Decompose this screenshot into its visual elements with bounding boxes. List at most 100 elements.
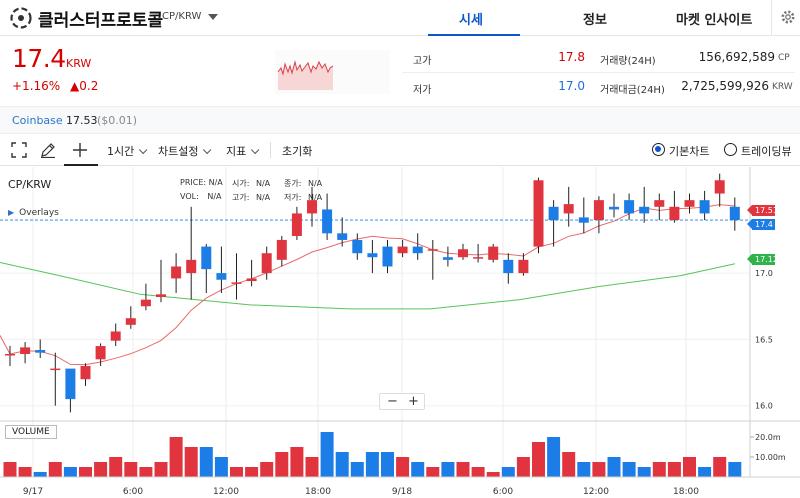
volume-bar bbox=[683, 457, 696, 477]
candle-body bbox=[201, 246, 212, 270]
tradingview-label[interactable]: 트레이딩뷰 bbox=[741, 143, 792, 159]
chart-area[interactable]: 17.0 16.5 16.0 9/17 6:00 12:00 18:00 9/18 6:00 12… bbox=[0, 167, 800, 498]
candle-body bbox=[140, 299, 151, 307]
chart-settings-select[interactable]: 차트설정 bbox=[158, 143, 212, 159]
candle-body bbox=[442, 257, 453, 260]
stats-divider bbox=[402, 72, 795, 73]
low-label: 저가 bbox=[413, 85, 432, 96]
candle-body bbox=[276, 239, 287, 260]
volume-panel-label: VOLUME bbox=[5, 425, 57, 439]
interval-label: 1시간 bbox=[107, 145, 135, 158]
volume-series bbox=[3, 432, 742, 477]
amount-24h-label: 거래대금(24H) bbox=[600, 85, 665, 96]
low-value: 17.0 bbox=[558, 79, 585, 93]
legend-open: 시가: N/A bbox=[232, 179, 271, 188]
volume-bar bbox=[63, 467, 77, 477]
volume-bar bbox=[139, 467, 153, 477]
indicators-label: 지표 bbox=[226, 145, 247, 158]
candle-body bbox=[65, 368, 76, 400]
volume-bar bbox=[516, 457, 530, 477]
x-tick-label: 6:00 bbox=[123, 487, 143, 497]
coin-logo-icon bbox=[10, 7, 32, 29]
indicators-select[interactable]: 지표 bbox=[226, 143, 260, 159]
tab-market-insight[interactable]: 마켓 인사이트 bbox=[676, 9, 752, 28]
exchange-price: 17.53 bbox=[66, 114, 98, 127]
candle-body bbox=[352, 239, 363, 254]
price-change: +1.16% ▲0.2 bbox=[12, 79, 98, 93]
volume-bar bbox=[350, 462, 364, 477]
volume-bar bbox=[607, 457, 621, 477]
legend-price: PRICE: N/A bbox=[180, 178, 223, 187]
basic-chart-radio[interactable] bbox=[652, 143, 665, 156]
candle-body bbox=[533, 180, 544, 247]
candle-body bbox=[80, 365, 91, 380]
candle-body bbox=[699, 200, 710, 214]
volume-bar bbox=[305, 457, 319, 477]
x-tick-label: 6:00 bbox=[493, 487, 513, 497]
chart-settings-label: 차트설정 bbox=[158, 145, 199, 158]
chart-grid bbox=[0, 167, 750, 477]
volume-bar bbox=[652, 462, 666, 477]
volume-bar bbox=[199, 447, 213, 477]
volume-bar bbox=[728, 462, 742, 477]
volume-bar bbox=[3, 462, 17, 477]
moving-average-short-line bbox=[0, 204, 735, 366]
volume-bar bbox=[441, 462, 455, 477]
volume-bar bbox=[637, 467, 651, 477]
exchange-diff: ($0.01) bbox=[97, 114, 138, 127]
crosshair-icon[interactable] bbox=[72, 142, 88, 158]
volume-bar bbox=[109, 457, 123, 477]
volume-bar bbox=[365, 452, 379, 477]
basic-chart-label[interactable]: 기본차트 bbox=[669, 143, 709, 159]
reset-button[interactable]: 초기화 bbox=[282, 143, 312, 159]
fullscreen-icon[interactable] bbox=[11, 142, 27, 158]
x-tick-label: 18:00 bbox=[673, 487, 699, 497]
candle-body bbox=[337, 233, 348, 240]
crosshair-active-indicator bbox=[64, 164, 98, 166]
zoom-out-button[interactable]: − bbox=[387, 394, 398, 409]
candle-body bbox=[563, 204, 574, 214]
volume-bar bbox=[622, 462, 636, 477]
gear-icon[interactable] bbox=[780, 9, 796, 25]
current-price: 17.4 bbox=[12, 44, 66, 73]
amount-24h-value: 2,725,599,926 bbox=[681, 79, 769, 93]
volume-bar bbox=[169, 437, 183, 477]
volume-bar bbox=[33, 472, 47, 477]
candle-body bbox=[609, 206, 619, 210]
volume-bar bbox=[260, 462, 274, 477]
overlays-toggle[interactable]: Overlays bbox=[8, 208, 59, 218]
moving-average-long-line bbox=[0, 262, 736, 310]
legend-close: 종가: N/A bbox=[284, 179, 323, 188]
x-tick-label: 9/18 bbox=[392, 487, 412, 497]
volume-bar bbox=[698, 467, 712, 477]
candle-body bbox=[473, 257, 484, 259]
candle-body bbox=[458, 249, 468, 258]
candle-body bbox=[261, 253, 272, 274]
volume-bar bbox=[290, 447, 304, 477]
candle-body bbox=[593, 200, 604, 221]
coin-name[interactable]: 클러스터프로토콜 bbox=[38, 6, 163, 31]
tab-price[interactable]: 시세 bbox=[459, 9, 483, 28]
chevron-down-icon bbox=[139, 145, 148, 155]
exchange-name[interactable]: Coinbase bbox=[12, 114, 63, 127]
candle-body bbox=[156, 294, 166, 297]
price-tag-ma-long: 17.12 bbox=[747, 254, 778, 265]
candle-body bbox=[291, 213, 302, 236]
candle-body bbox=[231, 282, 242, 284]
chevron-down-icon bbox=[203, 145, 212, 155]
amount-unit: KRW bbox=[772, 82, 793, 92]
candlestick-chart[interactable]: 17.0 16.5 16.0 9/17 6:00 12:00 18:00 9/18 6:00 12… bbox=[0, 167, 800, 498]
candle-body bbox=[367, 253, 378, 258]
zoom-in-button[interactable]: + bbox=[408, 394, 419, 409]
volume-bar bbox=[275, 452, 289, 477]
tab-info[interactable]: 정보 bbox=[583, 9, 607, 28]
interval-select[interactable]: 1시간 bbox=[107, 143, 148, 159]
zoom-controls: − + bbox=[379, 393, 425, 410]
volume-bar bbox=[245, 467, 259, 477]
volume-bar bbox=[713, 457, 727, 477]
chevron-down-icon[interactable] bbox=[208, 14, 218, 20]
tradingview-radio[interactable] bbox=[724, 143, 737, 156]
candle-body bbox=[669, 206, 680, 221]
volume-bar bbox=[456, 462, 470, 477]
pencil-icon[interactable] bbox=[40, 142, 56, 158]
